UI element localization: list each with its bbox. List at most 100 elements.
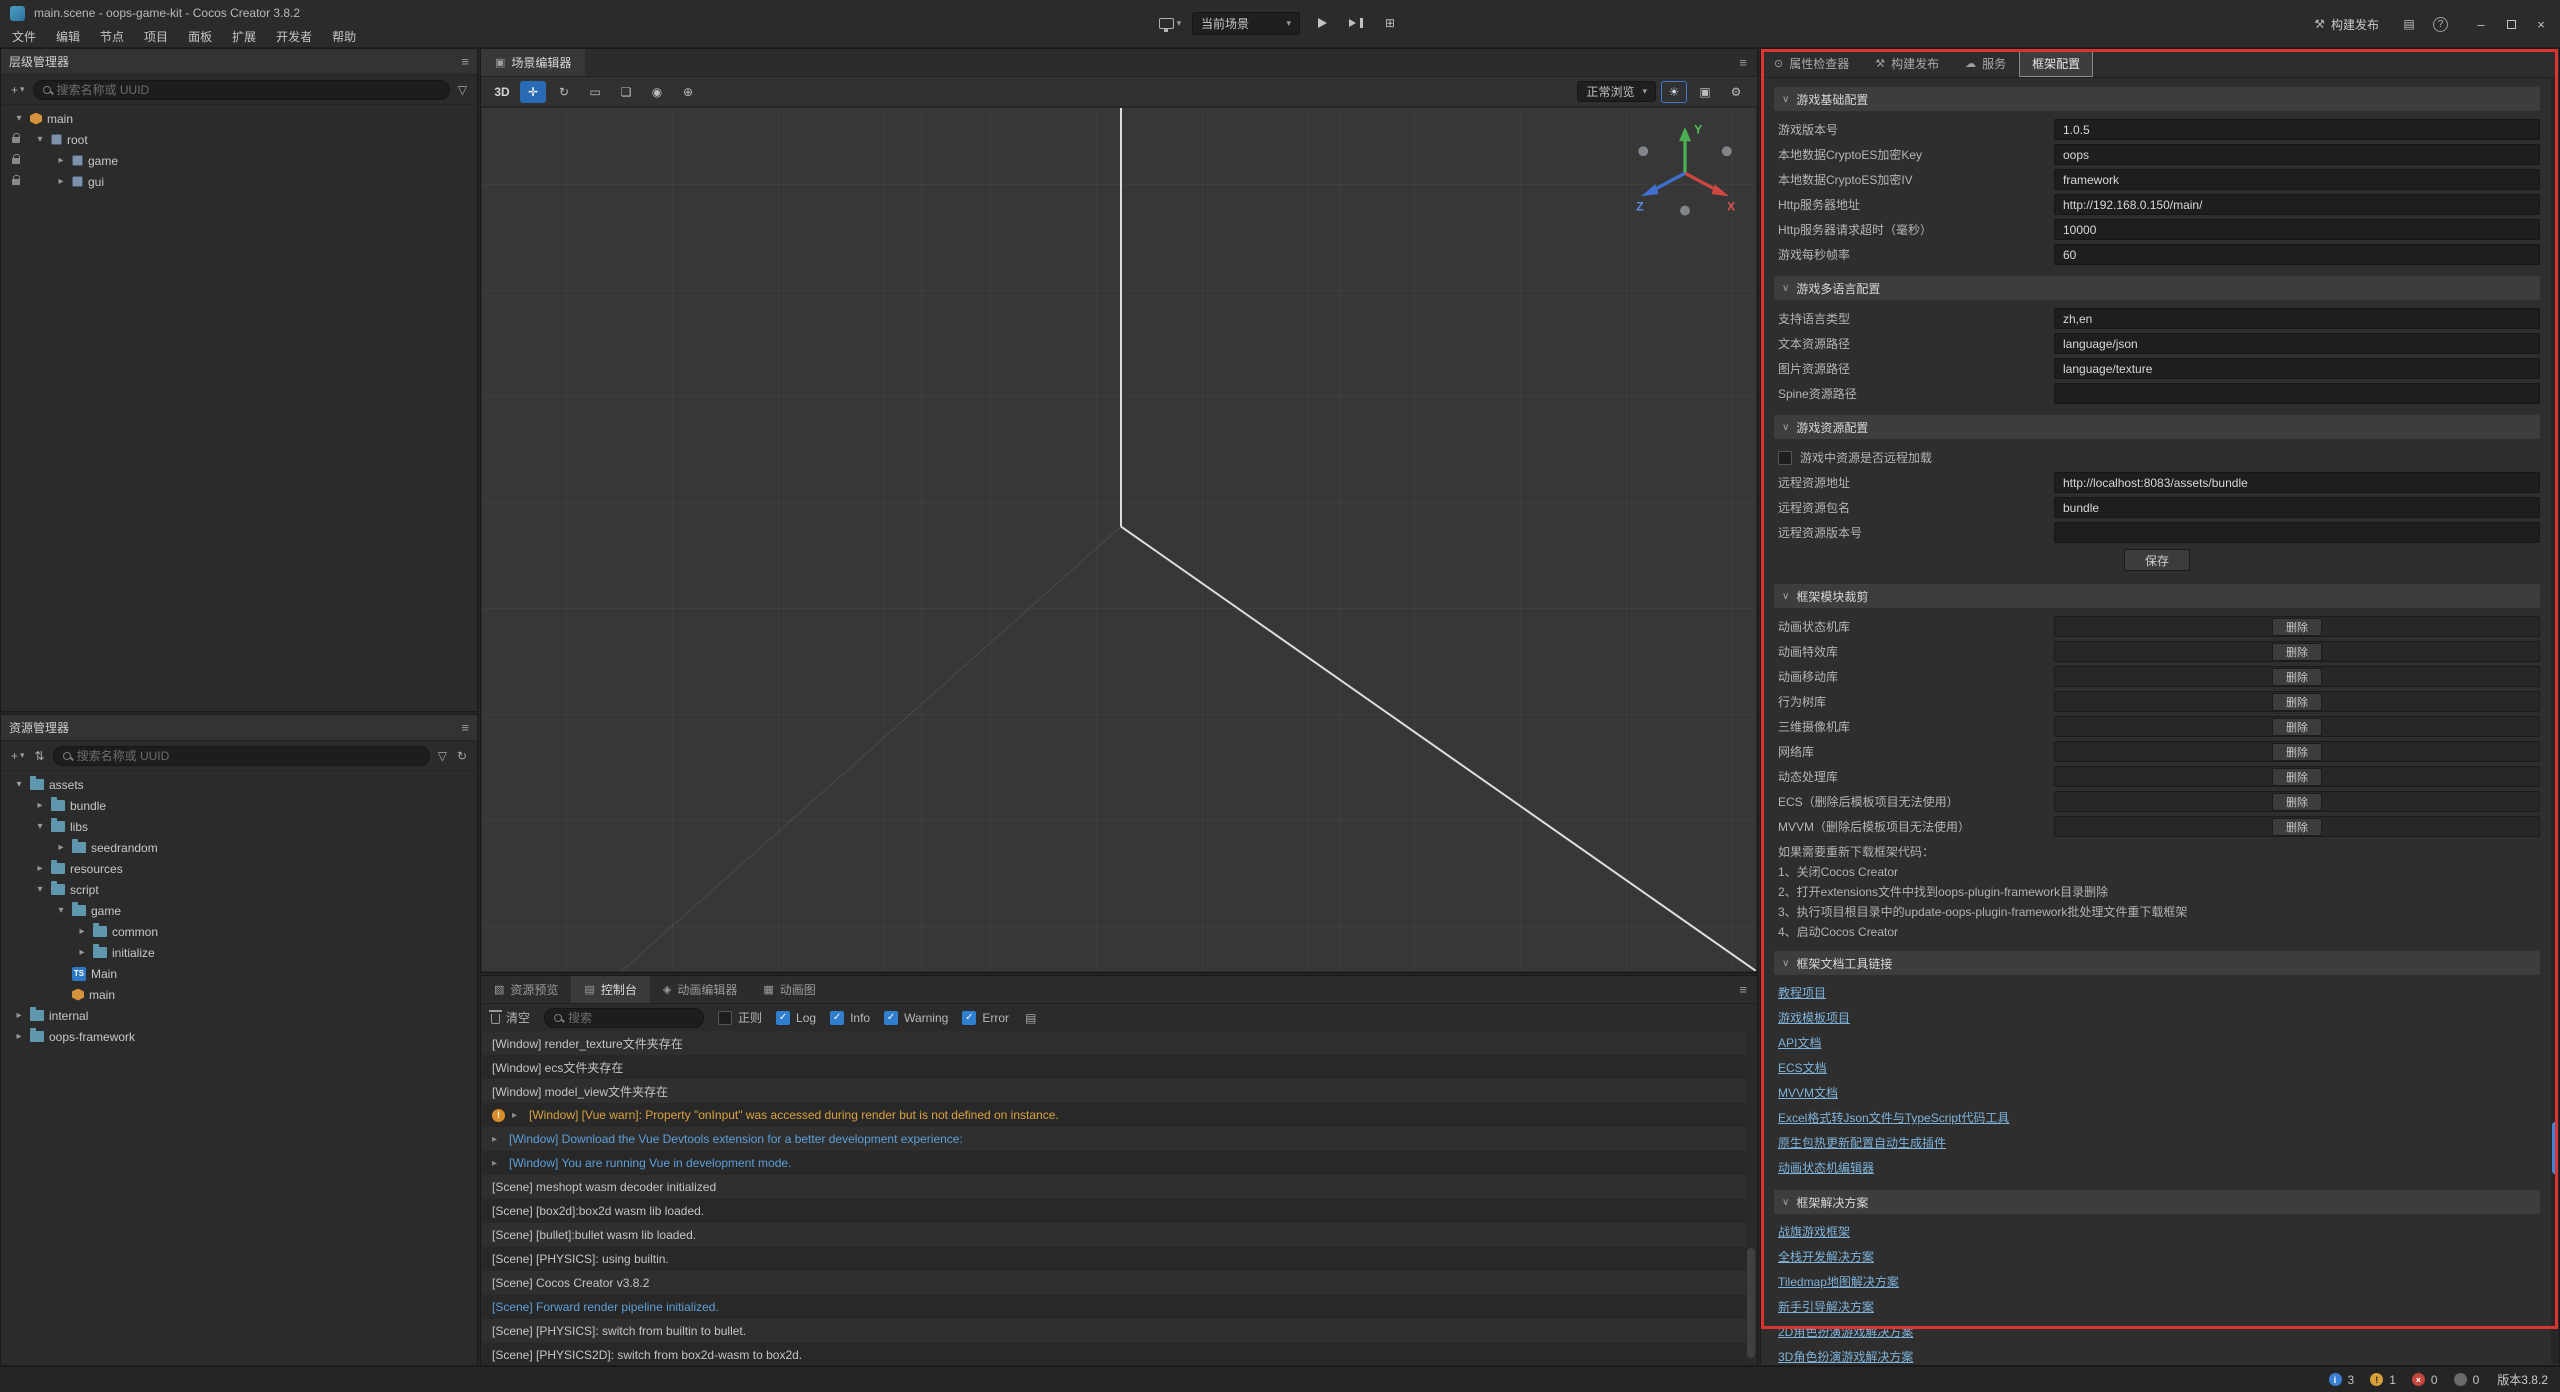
panel-menu-icon[interactable]: ≡	[1739, 55, 1747, 70]
log-row[interactable]: !▸[Window] [Vue war​n]: Property "onInpu…	[482, 1103, 1756, 1127]
property-input[interactable]	[2054, 333, 2540, 354]
console-tab[interactable]: ▧资源预览	[481, 976, 571, 1003]
message-icon[interactable]	[2454, 1373, 2467, 1386]
tree-expander-icon[interactable]: ▸	[34, 800, 46, 811]
inspector-tab[interactable]: ⊙属性检查器	[1761, 49, 1862, 77]
mode-3d-button[interactable]: 3D	[489, 81, 515, 103]
tree-item[interactable]: main	[1, 984, 477, 1005]
log-row[interactable]: [Scene] [box2d]:box2d wasm lib loaded.	[482, 1199, 1756, 1223]
maximize-button[interactable]	[2498, 13, 2524, 35]
log-row[interactable]: [Window] model_view文件夹存在	[482, 1079, 1756, 1103]
doc-link[interactable]: MVVM文档	[1774, 1081, 2540, 1106]
log-file-icon[interactable]: ▤	[1023, 1011, 1038, 1025]
section-header-modules[interactable]: ∨ 框架模块裁剪	[1774, 584, 2540, 608]
section-header-solutions[interactable]: ∨ 框架解决方案	[1774, 1190, 2540, 1214]
console-search-box[interactable]	[544, 1008, 704, 1028]
assets-search-input[interactable]	[77, 749, 420, 763]
doc-link[interactable]: 动画状态机编辑器	[1774, 1156, 2540, 1181]
console-filter-checkbox[interactable]: ✓Log	[776, 1011, 816, 1025]
console-tab[interactable]: ▦动画图	[750, 976, 828, 1003]
menu-item[interactable]: 编辑	[46, 25, 90, 48]
tree-item[interactable]: TSMain	[1, 963, 477, 984]
tree-item[interactable]: ▾main	[1, 108, 477, 129]
filter-icon[interactable]: ▽	[456, 83, 469, 97]
doc-link[interactable]: 全栈开发解决方案	[1774, 1245, 2540, 1270]
hierarchy-search-box[interactable]	[33, 80, 450, 100]
sort-icon[interactable]: ⇅	[33, 749, 47, 763]
section-header-resource[interactable]: ∨ 游戏资源配置	[1774, 415, 2540, 439]
tree-item[interactable]: ▸game	[1, 150, 477, 171]
property-input[interactable]	[2054, 219, 2540, 240]
error-icon[interactable]: ×	[2412, 1373, 2425, 1386]
doc-link[interactable]: 2D角色扮演游戏解决方案	[1774, 1320, 2540, 1345]
tree-expander-icon[interactable]: ▾	[13, 113, 25, 124]
menu-item[interactable]: 帮助	[322, 25, 366, 48]
hierarchy-search-input[interactable]	[57, 83, 440, 97]
rect-tool-button[interactable]: ▭	[582, 81, 608, 103]
menu-item[interactable]: 项目	[134, 25, 178, 48]
console-filter-checkbox[interactable]: ✓Error	[962, 1011, 1009, 1025]
delete-button[interactable]: 删除	[2272, 643, 2322, 661]
scale-tool-button[interactable]: ❏	[613, 81, 639, 103]
warning-icon[interactable]: !	[2370, 1373, 2383, 1386]
filter-icon[interactable]: ▽	[436, 749, 449, 763]
delete-button[interactable]: 删除	[2272, 718, 2322, 736]
inspector-scrollbar[interactable]	[2551, 78, 2559, 1364]
property-input[interactable]	[2054, 169, 2540, 190]
tree-item[interactable]: ▸resources	[1, 858, 477, 879]
light-toggle-icon[interactable]: ☀	[1661, 81, 1687, 103]
console-filter-checkbox[interactable]: ✓Info	[830, 1011, 870, 1025]
tree-item[interactable]: ▸seedrandom	[1, 837, 477, 858]
tab-scene-editor[interactable]: ▣ 场景编辑器	[481, 49, 585, 76]
tree-item[interactable]: ▸bundle	[1, 795, 477, 816]
delete-button[interactable]: 删除	[2272, 768, 2322, 786]
rotate-tool-button[interactable]: ↻	[551, 81, 577, 103]
tree-item[interactable]: ▸common	[1, 921, 477, 942]
section-header-basic[interactable]: ∨ 游戏基础配置	[1774, 87, 2540, 111]
tree-item[interactable]: ▾root	[1, 129, 477, 150]
panel-menu-icon[interactable]: ≡	[461, 720, 469, 735]
tree-expander-icon[interactable]: ▾	[13, 779, 25, 790]
log-row[interactable]: [Scene] [PHYSICS2D]: switch from box2d-w…	[482, 1343, 1756, 1364]
log-row[interactable]: [Window] ecs文件夹存在	[482, 1055, 1756, 1079]
close-button[interactable]: ×	[2528, 13, 2554, 35]
console-tab[interactable]: ▤控制台	[571, 976, 649, 1003]
tree-item[interactable]: ▸oops-framework	[1, 1026, 477, 1047]
property-input[interactable]	[2054, 358, 2540, 379]
gear-icon[interactable]: ⚙	[1723, 81, 1749, 103]
panel-menu-icon[interactable]: ≡	[461, 54, 469, 69]
tree-expander-icon[interactable]: ▸	[13, 1031, 25, 1042]
property-input[interactable]	[2054, 244, 2540, 265]
doc-link[interactable]: 教程项目	[1774, 981, 2540, 1006]
console-scrollbar[interactable]	[1746, 1031, 1756, 1364]
doc-link[interactable]: 战旗游戏框架	[1774, 1220, 2540, 1245]
layout-button[interactable]: ⊞	[1378, 11, 1402, 35]
delete-button[interactable]: 删除	[2272, 793, 2322, 811]
preview-device-button[interactable]: ▾	[1158, 11, 1182, 35]
menu-item[interactable]: 开发者	[266, 25, 322, 48]
log-row[interactable]: [Scene] meshopt wasm decoder initialized	[482, 1175, 1756, 1199]
tree-item[interactable]: ▸initialize	[1, 942, 477, 963]
assets-search-box[interactable]	[53, 746, 430, 766]
refresh-icon[interactable]: ↻	[455, 749, 469, 763]
menu-item[interactable]: 扩展	[222, 25, 266, 48]
help-icon[interactable]: ?	[2433, 17, 2448, 32]
expander-icon[interactable]: ▸	[492, 1134, 502, 1145]
tree-expander-icon[interactable]: ▸	[55, 842, 67, 853]
scene-viewport[interactable]: Y X Z	[482, 108, 1756, 971]
move-tool-button[interactable]: ✛	[520, 81, 546, 103]
tree-expander-icon[interactable]: ▸	[76, 947, 88, 958]
info-icon[interactable]: i	[2329, 1373, 2342, 1386]
camera-icon[interactable]: ▣	[1692, 81, 1718, 103]
tree-expander-icon[interactable]: ▸	[76, 926, 88, 937]
y-axis-arrow[interactable]	[1679, 127, 1691, 141]
log-row[interactable]: ▸[Window] Download the Vue Devtools exte…	[482, 1127, 1756, 1151]
delete-button[interactable]: 删除	[2272, 668, 2322, 686]
build-publish-button[interactable]: ⚒ 构建发布	[2308, 16, 2385, 33]
tree-item[interactable]: ▸gui	[1, 171, 477, 192]
neg-x-axis-dot[interactable]	[1638, 146, 1648, 156]
preview-scene-select[interactable]: 当前场景 ▾	[1192, 12, 1300, 35]
tree-item[interactable]: ▾libs	[1, 816, 477, 837]
tree-expander-icon[interactable]: ▾	[34, 884, 46, 895]
z-axis-arrow[interactable]	[1641, 184, 1659, 196]
